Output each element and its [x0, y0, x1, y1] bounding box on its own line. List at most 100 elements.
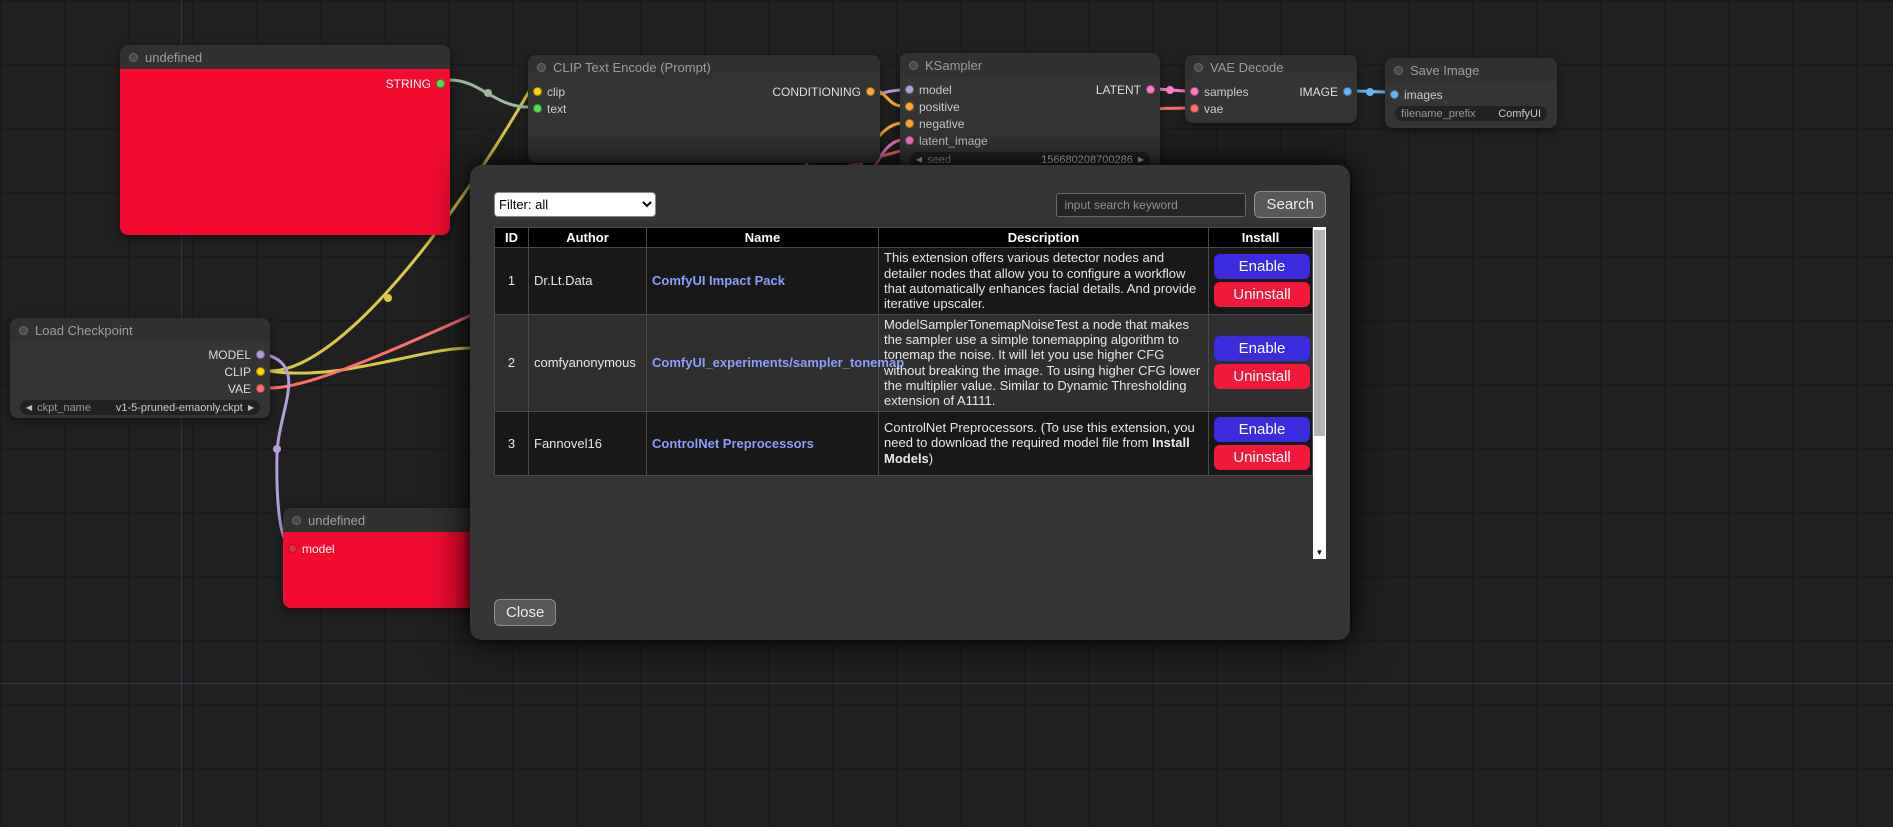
header-description: Description: [879, 228, 1209, 248]
filter-select[interactable]: Filter: all: [494, 192, 656, 217]
node-header[interactable]: VAE Decode: [1185, 55, 1357, 79]
collapse-dot-icon[interactable]: [1394, 66, 1403, 75]
extension-id: 1: [495, 248, 529, 314]
node-save-image[interactable]: Save Image images filename_prefix ComfyU…: [1385, 58, 1557, 128]
slot-model-input[interactable]: [905, 85, 914, 94]
extension-link[interactable]: ComfyUI Impact Pack: [652, 273, 785, 288]
slot-clip-output[interactable]: [256, 367, 265, 376]
slot-positive-input[interactable]: [905, 102, 914, 111]
node-undefined-top[interactable]: undefined STRING: [120, 45, 450, 235]
slot-conditioning-output[interactable]: [866, 87, 875, 96]
node-clip-text-encode[interactable]: CLIP Text Encode (Prompt) clip CONDITION…: [528, 55, 880, 163]
link-string-to-text[interactable]: [450, 80, 528, 107]
slot-vae-output[interactable]: [256, 384, 265, 393]
node-undefined-bottom[interactable]: undefined model: [283, 508, 483, 608]
extension-row: 3Fannovel16ControlNet PreprocessorsContr…: [495, 411, 1313, 475]
ckpt-name-widget[interactable]: ◀ ckpt_name v1-5-pruned-emaonly.ckpt ▶: [20, 400, 260, 415]
slot-model-input[interactable]: [288, 544, 297, 553]
header-name: Name: [647, 228, 879, 248]
link-midpoint-dot: [384, 294, 392, 302]
node-vae-decode[interactable]: VAE Decode samples IMAGE vae: [1185, 55, 1357, 123]
collapse-dot-icon[interactable]: [1194, 63, 1203, 72]
node-header[interactable]: undefined: [120, 45, 450, 69]
extension-id: 3: [495, 411, 529, 475]
slot-latent-image-label: latent_image: [919, 134, 988, 148]
slot-samples-input[interactable]: [1190, 87, 1199, 96]
slot-samples-label: samples: [1204, 85, 1249, 99]
extension-link[interactable]: ComfyUI_experiments/sampler_tonemap: [652, 355, 904, 370]
canvas-axis-horizontal: [0, 683, 1893, 684]
extension-author: Fannovel16: [529, 411, 647, 475]
search-input[interactable]: [1056, 193, 1246, 217]
uninstall-button[interactable]: Uninstall: [1214, 445, 1310, 470]
node-title: VAE Decode: [1210, 60, 1283, 75]
seed-widget-label: seed: [927, 154, 951, 166]
slot-model-label: MODEL: [208, 348, 251, 362]
extension-name-cell: ComfyUI Impact Pack: [647, 248, 879, 314]
slot-vae-input[interactable]: [1190, 104, 1199, 113]
slot-model-label: model: [302, 542, 335, 556]
slot-latent-label: LATENT: [1096, 83, 1141, 97]
slot-negative-input[interactable]: [905, 119, 914, 128]
slot-model-label: model: [919, 83, 952, 97]
extension-row: 1Dr.Lt.Data ComfyUI Impact Pack This exten…: [495, 248, 1313, 314]
collapse-dot-icon[interactable]: [129, 53, 138, 62]
slot-text-label: text: [547, 102, 566, 116]
extension-install-cell: Enable Uninstall: [1209, 411, 1313, 475]
prev-option-icon[interactable]: ◀: [26, 400, 32, 415]
collapse-dot-icon[interactable]: [19, 326, 28, 335]
ckpt-name-value: v1-5-pruned-emaonly.ckpt: [116, 402, 243, 414]
slot-model-output[interactable]: [256, 350, 265, 359]
node-title: undefined: [308, 513, 365, 528]
slot-images-label: images: [1404, 88, 1443, 102]
next-option-icon[interactable]: ▶: [248, 400, 254, 415]
slot-negative-label: negative: [919, 117, 964, 131]
collapse-dot-icon[interactable]: [537, 63, 546, 72]
slot-image-output[interactable]: [1343, 87, 1352, 96]
uninstall-button[interactable]: Uninstall: [1214, 282, 1310, 307]
extension-manager-dialog: Filter: all Search ID Author Name Descri…: [470, 165, 1350, 640]
link-midpoint-dot: [1366, 88, 1374, 96]
extension-id: 2: [495, 314, 529, 411]
slot-latent-output[interactable]: [1146, 85, 1155, 94]
node-graph-canvas[interactable]: undefined STRING CLIP Text Encode (Promp…: [0, 0, 1893, 827]
uninstall-button[interactable]: Uninstall: [1214, 364, 1310, 389]
node-ksampler[interactable]: KSampler model LATENT positive: [900, 53, 1160, 168]
node-header[interactable]: Save Image: [1385, 58, 1557, 82]
filename-prefix-widget[interactable]: filename_prefix ComfyUI: [1395, 106, 1547, 121]
node-header[interactable]: undefined: [283, 508, 483, 532]
collapse-dot-icon[interactable]: [292, 516, 301, 525]
slot-clip-input[interactable]: [533, 87, 542, 96]
enable-button[interactable]: Enable: [1214, 254, 1310, 279]
slot-string-output[interactable]: [436, 79, 445, 88]
extension-table: ID Author Name Description Install 1Dr.L…: [494, 227, 1313, 476]
scroll-down-icon[interactable]: ▼: [1313, 546, 1326, 559]
extension-description: This extension offers various detector n…: [879, 248, 1209, 314]
enable-button[interactable]: Enable: [1214, 336, 1310, 361]
collapse-dot-icon[interactable]: [909, 61, 918, 70]
extension-author: Dr.Lt.Data: [529, 248, 647, 314]
slot-image-label: IMAGE: [1299, 85, 1338, 99]
slot-text-input[interactable]: [533, 104, 542, 113]
slot-images-input[interactable]: [1390, 90, 1399, 99]
node-title: undefined: [145, 50, 202, 65]
node-header[interactable]: KSampler: [900, 53, 1160, 77]
link-image-to-images[interactable]: [1352, 91, 1388, 92]
slot-clip-label: CLIP: [224, 365, 251, 379]
extension-name-cell: ControlNet Preprocessors: [647, 411, 879, 475]
slot-latent-image-input[interactable]: [905, 136, 914, 145]
scrollbar[interactable]: ▼: [1313, 227, 1326, 559]
close-button[interactable]: Close: [494, 599, 556, 626]
node-title: Load Checkpoint: [35, 323, 133, 338]
extension-link[interactable]: ControlNet Preprocessors: [652, 436, 814, 451]
enable-button[interactable]: Enable: [1214, 417, 1310, 442]
node-load-checkpoint[interactable]: Load Checkpoint MODEL CLIP VAE: [10, 318, 270, 418]
slot-conditioning-label: CONDITIONING: [772, 85, 861, 99]
extension-description: ModelSamplerTonemapNoiseTest a node that…: [879, 314, 1209, 411]
scrollbar-thumb[interactable]: [1314, 230, 1325, 436]
node-header[interactable]: Load Checkpoint: [10, 318, 270, 342]
node-header[interactable]: CLIP Text Encode (Prompt): [528, 55, 880, 79]
extension-table-wrap: ID Author Name Description Install 1Dr.L…: [494, 227, 1326, 559]
search-button[interactable]: Search: [1254, 191, 1326, 218]
table-header-row: ID Author Name Description Install: [495, 228, 1313, 248]
